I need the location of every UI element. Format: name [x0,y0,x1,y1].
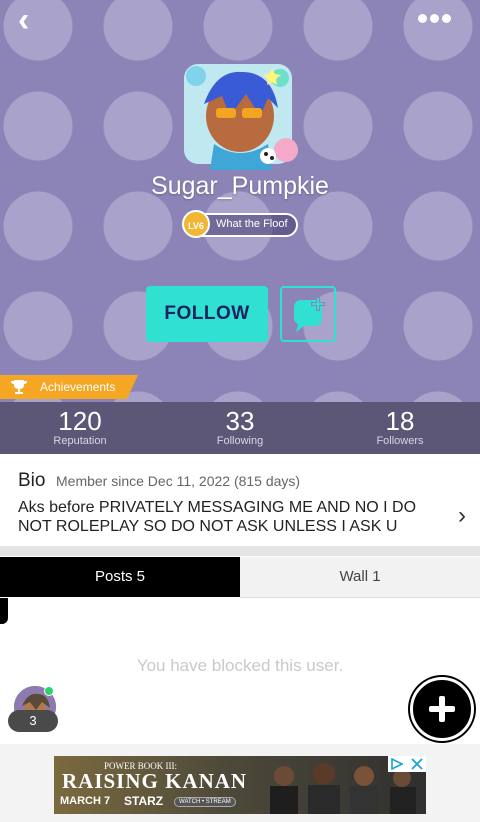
stat-followers[interactable]: 18 Followers [320,408,480,448]
create-post-button[interactable] [410,677,474,741]
blocked-message: You have blocked this user. [136,656,344,675]
stat-label: Reputation [53,435,107,447]
plus-icon [439,696,445,722]
more-icon[interactable] [418,10,458,24]
back-icon[interactable]: ‹ [18,3,50,38]
bio-title: Bio [18,470,46,491]
bio-section[interactable]: Bio Member since Dec 11, 2022 (815 days)… [0,454,480,546]
trophy-icon [11,380,27,394]
stat-following[interactable]: 33 Following [160,408,320,448]
ad-network: STARZ [124,794,164,808]
stat-value: 33 [225,406,255,436]
stat-value: 120 [58,406,102,436]
stat-label: Followers [376,435,424,447]
stat-label: Following [216,435,264,447]
follow-button[interactable]: FOLLOW [146,286,268,342]
section-divider [0,546,480,556]
tab-wall[interactable]: Wall 1 [240,557,480,598]
side-drawer-handle[interactable] [0,598,8,624]
level-title: What the Floof [216,218,288,230]
ad-choices-icon[interactable] [388,756,426,772]
profile-header: ‹ Sugar_Pumpkie LV6 What the Floof FOLLO… [0,0,480,402]
chat-add-button[interactable] [280,286,336,342]
online-indicator [44,686,54,696]
chevron-right-icon[interactable]: › [458,502,466,530]
avatar[interactable] [176,50,304,178]
level-pill[interactable]: LV6 What the Floof [182,210,298,238]
stat-reputation[interactable]: 120 Reputation [0,408,160,448]
online-count-badge[interactable]: 3 [8,710,58,732]
level-badge: LV6 [182,210,210,238]
achievements-banner[interactable]: Achievements [0,375,138,399]
stat-value: 18 [385,406,415,436]
ad-cta: WATCH • STREAM [174,797,236,807]
bio-text: Aks before PRIVATELY MESSAGING ME AND NO… [18,499,417,535]
tab-posts[interactable]: Posts 5 [0,557,240,597]
username: Sugar_Pumpkie [151,172,329,200]
member-since: Member since Dec 11, 2022 (815 days) [56,473,301,489]
ad-date: MARCH 7 [60,795,111,807]
chat-add-icon [294,297,325,332]
stats-bar: 120 Reputation 33 Following 18 Followers [0,402,480,454]
achievements-label: Achievements [40,380,116,394]
ad-title: RAISING KANAN [62,769,248,793]
ad-banner[interactable]: POWER BOOK III: RAISING KANAN MARCH 7 ST… [54,756,426,814]
